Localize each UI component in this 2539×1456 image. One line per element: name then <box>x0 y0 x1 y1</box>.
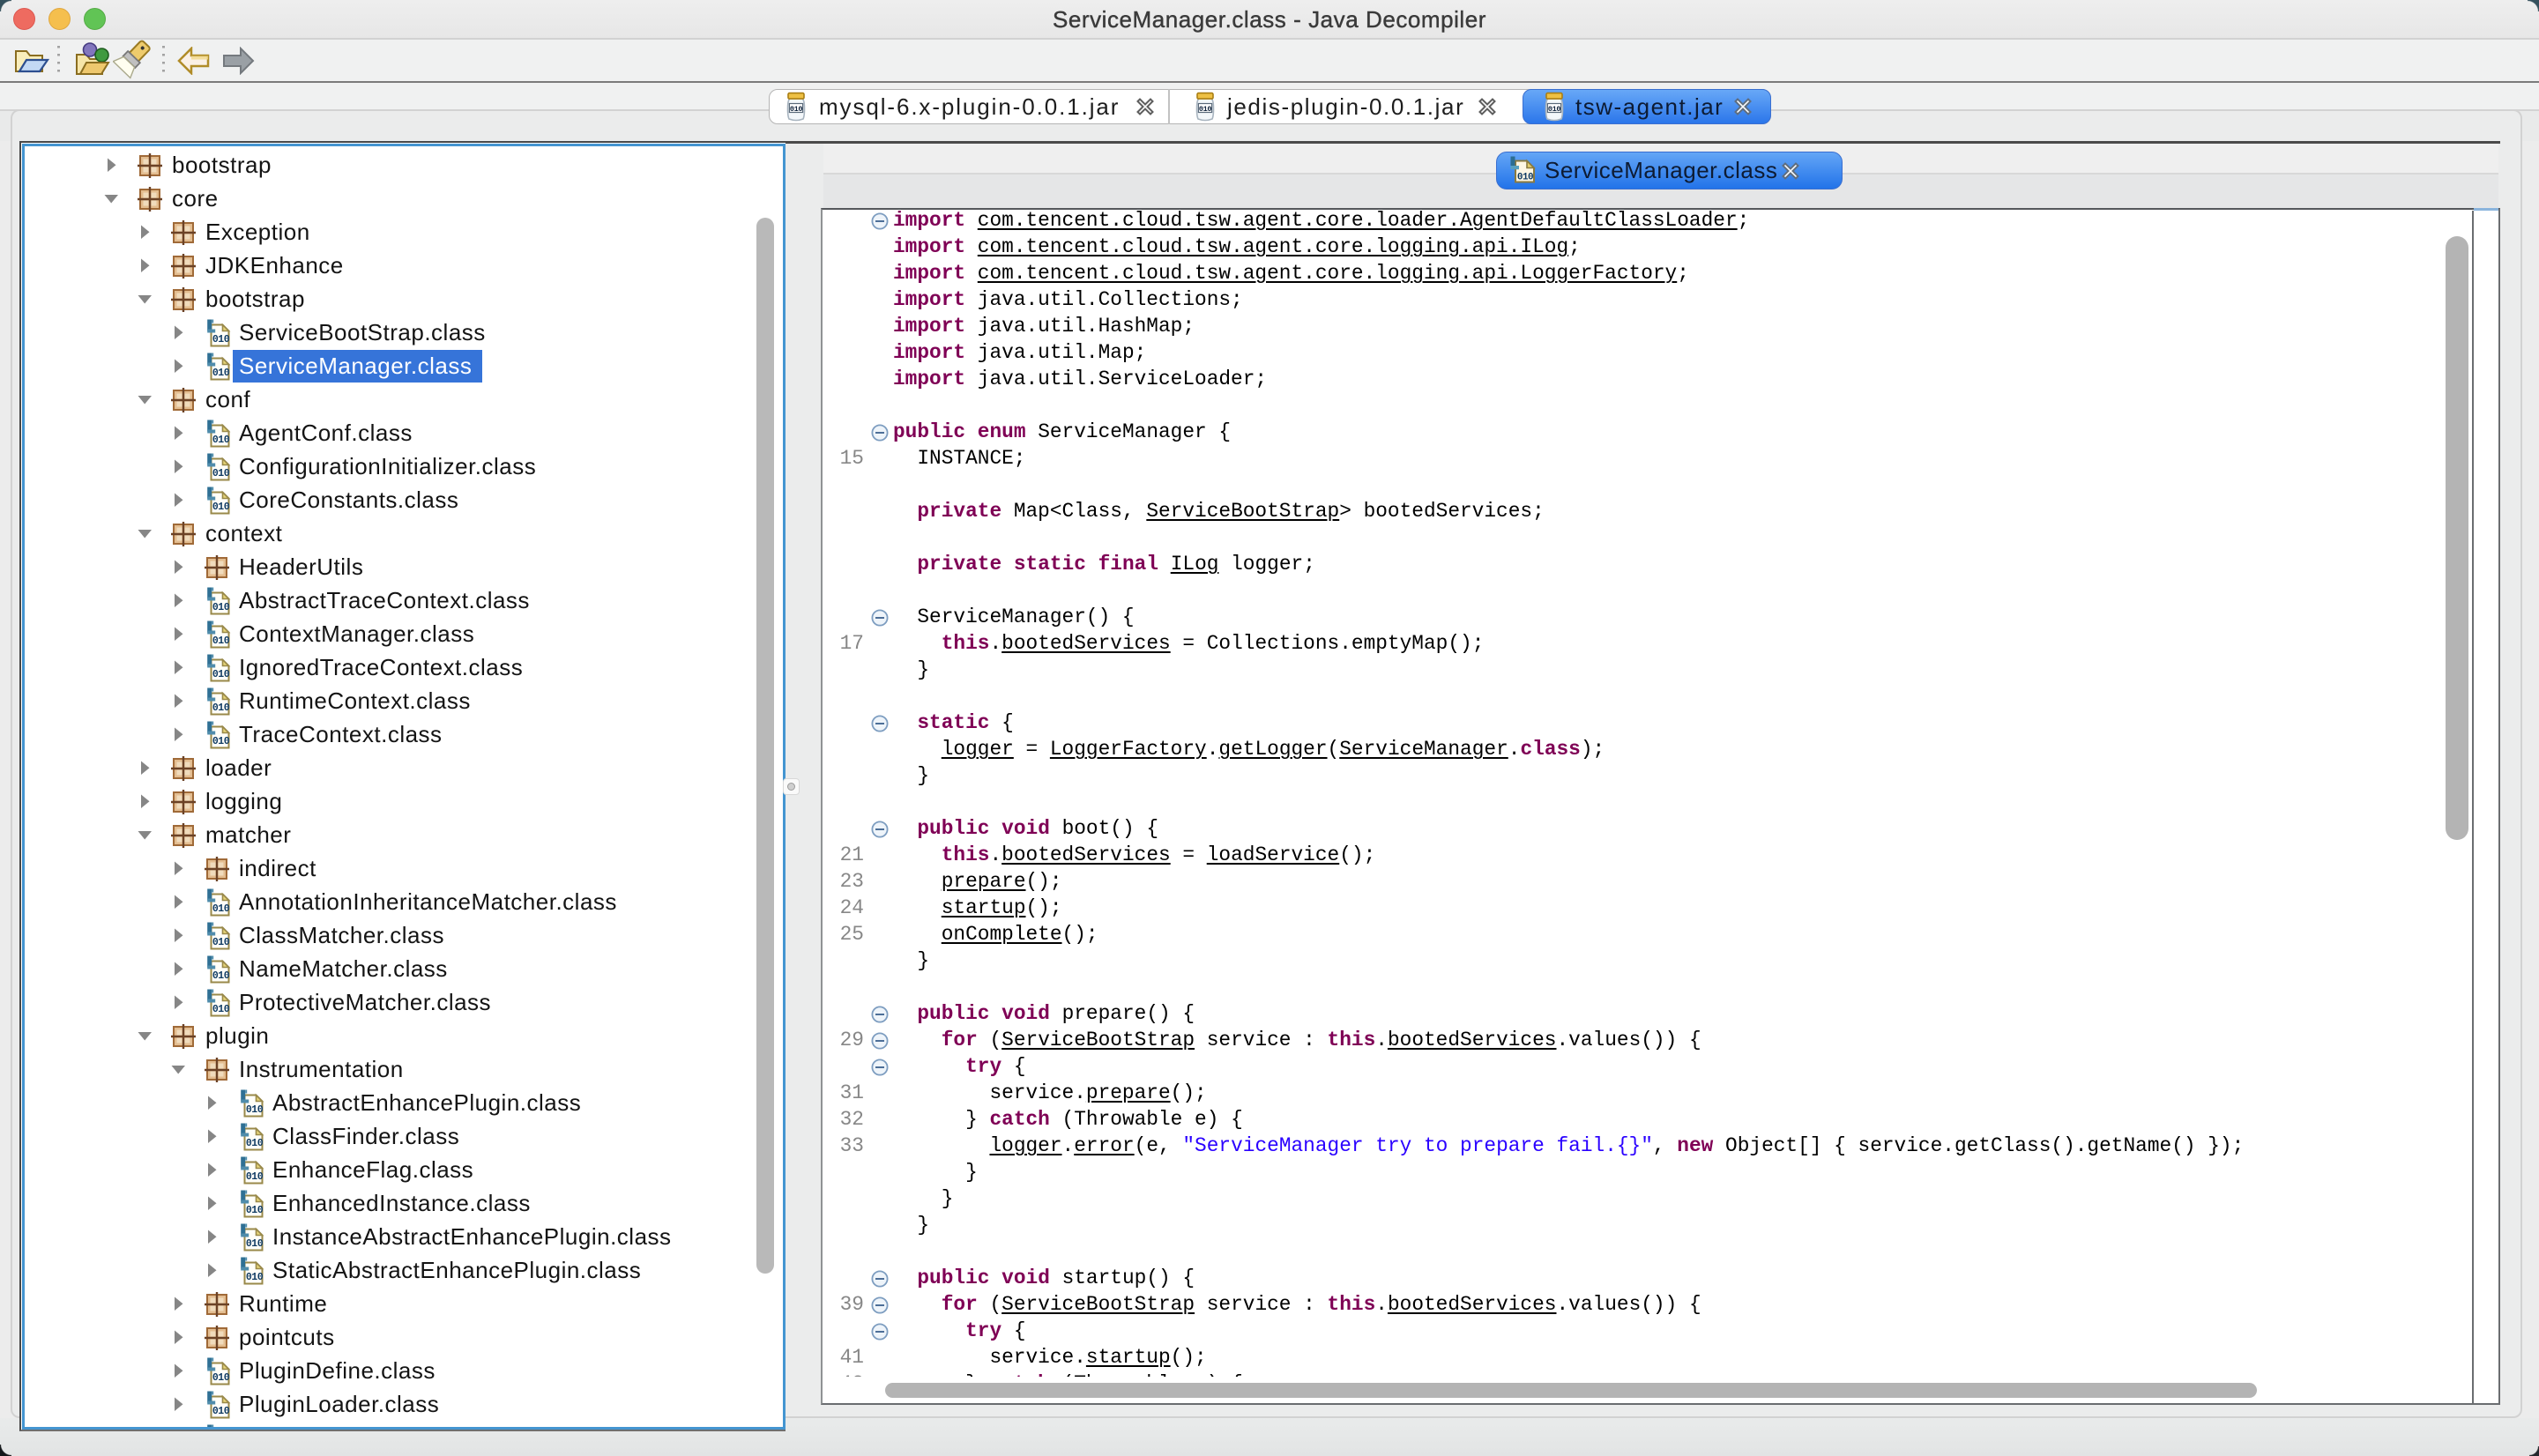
svg-text:010: 010 <box>212 736 230 747</box>
svg-text:010: 010 <box>212 1372 230 1384</box>
svg-text:010: 010 <box>1548 105 1561 114</box>
svg-text:010: 010 <box>246 1272 264 1283</box>
svg-text:010: 010 <box>212 468 230 479</box>
svg-text:010: 010 <box>246 1205 264 1216</box>
svg-text:010: 010 <box>790 105 803 114</box>
svg-text:010: 010 <box>212 501 230 513</box>
svg-text:010: 010 <box>212 1406 230 1417</box>
svg-text:010: 010 <box>1517 173 1533 183</box>
svg-text:010: 010 <box>212 334 230 345</box>
svg-text:010: 010 <box>246 1238 264 1250</box>
svg-text:010: 010 <box>212 1004 230 1015</box>
svg-text:010: 010 <box>212 669 230 680</box>
svg-text:010: 010 <box>212 903 230 915</box>
svg-text:010: 010 <box>1199 105 1212 114</box>
svg-text:010: 010 <box>246 1104 264 1116</box>
svg-text:010: 010 <box>212 937 230 948</box>
svg-text:010: 010 <box>212 435 230 446</box>
svg-text:010: 010 <box>246 1138 264 1149</box>
svg-text:010: 010 <box>212 368 230 379</box>
svg-text:010: 010 <box>246 1171 264 1183</box>
svg-text:010: 010 <box>212 635 230 647</box>
svg-text:010: 010 <box>212 602 230 613</box>
svg-text:010: 010 <box>212 702 230 714</box>
svg-text:010: 010 <box>212 970 230 982</box>
